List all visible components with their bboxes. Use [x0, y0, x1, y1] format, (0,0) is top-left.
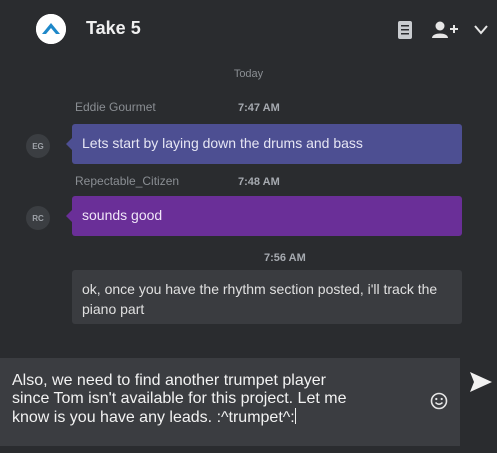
text-caret — [294, 408, 296, 424]
chevron-down-icon[interactable] — [474, 25, 488, 35]
message-text: ok, once you have the rhythm section pos… — [82, 281, 438, 317]
message-bubble[interactable]: ok, once you have the rhythm section pos… — [72, 270, 462, 324]
composer-line: since Tom isn't available for this proje… — [12, 390, 347, 407]
day-divider: Today — [233, 68, 264, 80]
avatar[interactable]: RC — [26, 206, 50, 230]
bubble-pointer — [66, 138, 72, 150]
message-text: Lets start by laying down the drums and … — [82, 135, 363, 151]
message-composer[interactable]: Also, we need to find another trumpet pl… — [0, 358, 460, 446]
app-logo-icon[interactable] — [36, 14, 66, 44]
conversation-title: Take 5 — [86, 18, 141, 38]
smiley-icon[interactable] — [430, 392, 448, 410]
bubble-pointer — [66, 210, 72, 222]
message-time: 7:48 AM — [238, 176, 280, 188]
message-sender: Repectable_Citizen — [75, 174, 180, 188]
message-time: 7:56 AM — [264, 252, 306, 264]
message-text: sounds good — [82, 207, 163, 223]
message-sender: Eddie Gourmet — [75, 100, 156, 114]
chat-header: Take 5 — [0, 0, 497, 62]
send-icon[interactable] — [470, 372, 492, 392]
composer-line: Also, we need to find another trumpet pl… — [12, 372, 326, 389]
avatar-initials: RC — [32, 213, 44, 223]
message-bubble[interactable]: sounds good — [66, 196, 462, 236]
message-time: 7:47 AM — [238, 102, 280, 114]
composer-line: know is you have any leads. :^trumpet^: — [12, 409, 295, 426]
document-icon[interactable] — [398, 21, 412, 39]
avatar[interactable]: EG — [26, 134, 50, 158]
add-user-icon[interactable] — [432, 21, 458, 39]
avatar-initials: EG — [32, 141, 44, 151]
message-bubble[interactable]: Lets start by laying down the drums and … — [66, 124, 462, 164]
message-input[interactable]: Also, we need to find another trumpet pl… — [12, 372, 432, 427]
message-list[interactable]: Today Eddie Gourmet 7:47 AM EG Lets star… — [0, 62, 497, 358]
